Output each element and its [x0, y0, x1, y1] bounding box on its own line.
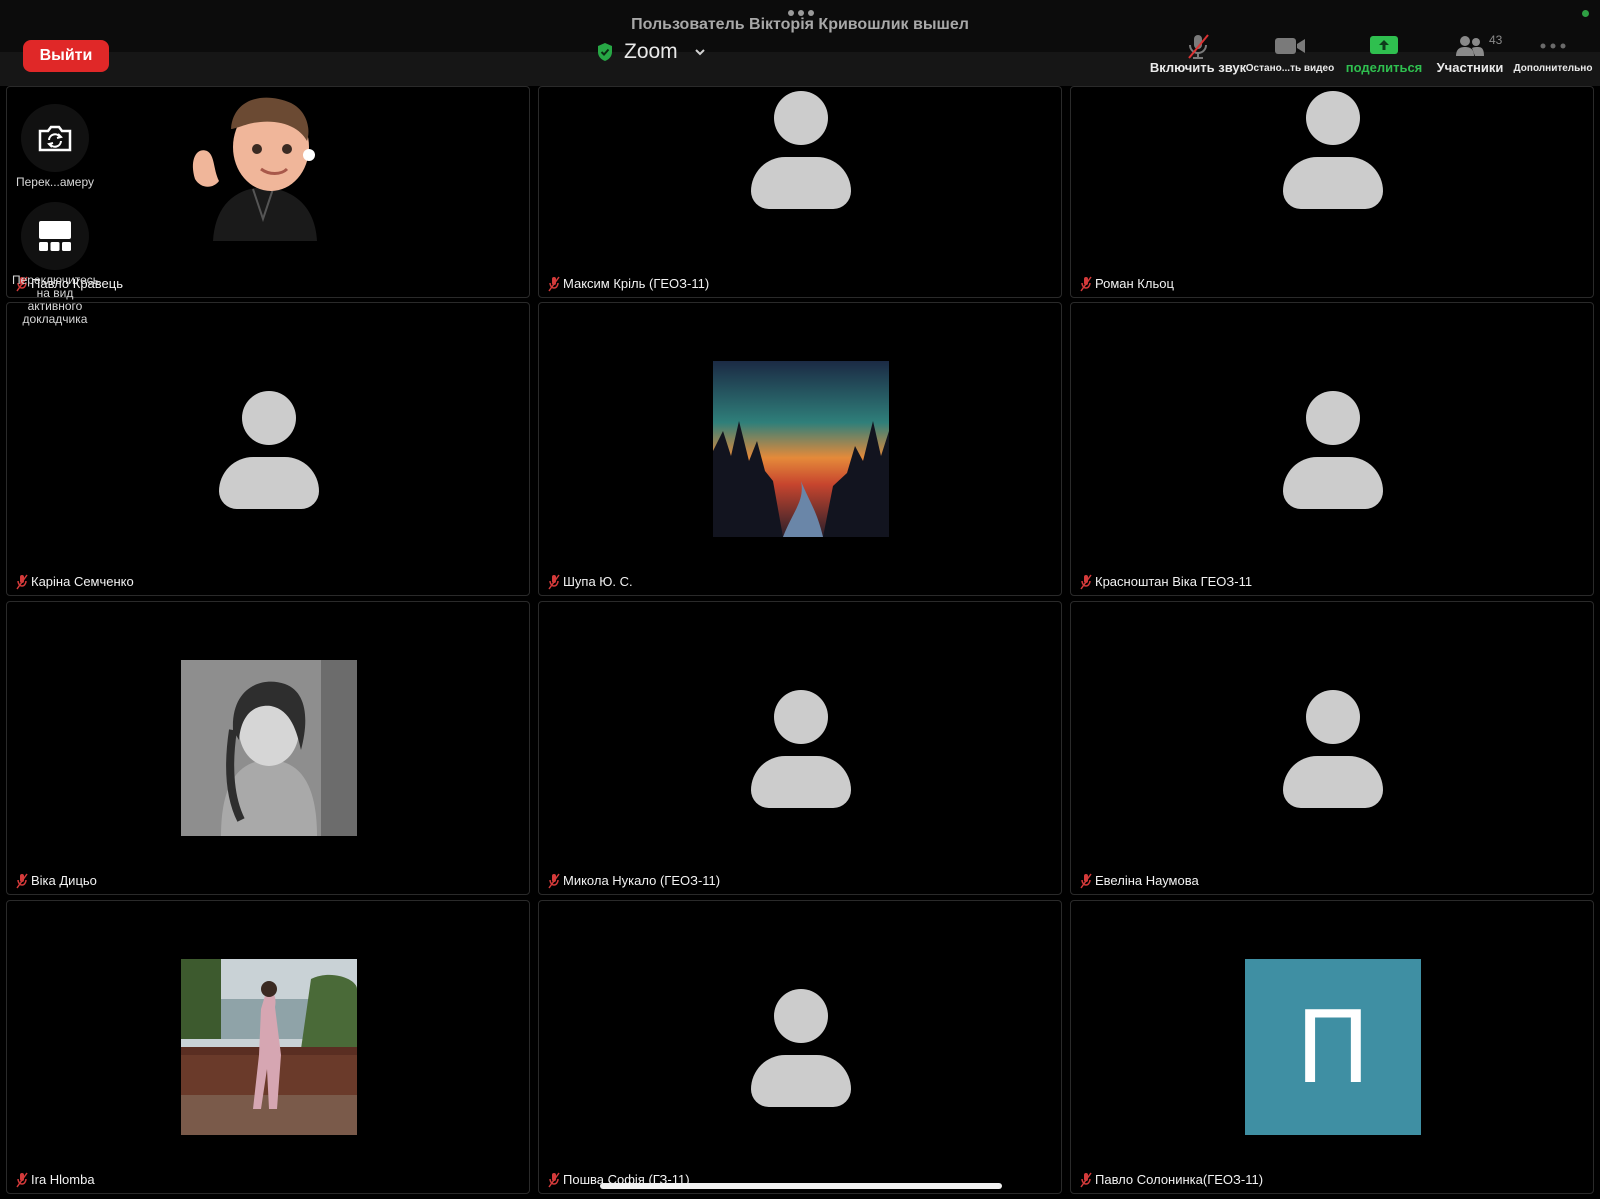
video-tile[interactable]: Пошва Софія (ГЗ-11) — [538, 900, 1062, 1194]
participants-icon — [1456, 36, 1484, 56]
initial-avatar: П — [1245, 959, 1421, 1135]
more-dots-icon — [1540, 43, 1566, 49]
microphone-muted-icon — [1188, 34, 1209, 59]
microphone-muted-icon — [548, 873, 560, 889]
switch-camera-button[interactable]: Перек...амеру — [12, 104, 98, 189]
meeting-info-button[interactable]: Zoom — [596, 38, 706, 66]
video-tile[interactable]: П Павло Солонинка(ГЕОЗ-11) — [1070, 900, 1594, 1194]
microphone-muted-icon — [548, 574, 560, 590]
unmute-button[interactable]: Включить звук — [1148, 32, 1248, 80]
microphone-muted-icon — [16, 873, 28, 889]
share-label: поделиться — [1345, 60, 1423, 75]
more-label: Дополнительно — [1513, 63, 1593, 74]
share-button[interactable]: поделиться — [1346, 32, 1422, 80]
participant-name: Віка Дицьо — [31, 873, 97, 888]
switch-speaker-view-label: Переключитесь на вид активного докладчик… — [12, 273, 100, 326]
microphone-muted-icon — [1080, 873, 1092, 889]
microphone-muted-icon — [16, 574, 28, 590]
microphone-muted-icon — [548, 1172, 560, 1188]
memoji-avatar — [183, 89, 343, 241]
leave-button[interactable]: Выйти — [23, 40, 109, 72]
default-avatar-icon — [1283, 690, 1383, 808]
microphone-muted-icon — [1080, 574, 1092, 590]
share-screen-icon — [1370, 36, 1398, 54]
initial-letter: П — [1295, 988, 1371, 1106]
microphone-muted-icon — [16, 1172, 28, 1188]
default-avatar-icon — [1283, 391, 1383, 509]
stop-video-button[interactable]: Остано...ть видео — [1242, 32, 1338, 80]
video-tile[interactable]: Віка Дицьо — [6, 601, 530, 895]
camera-switch-icon — [38, 125, 72, 152]
default-avatar-icon — [751, 690, 851, 808]
status-dot-icon — [1582, 10, 1589, 17]
video-tile[interactable]: Евеліна Наумова — [1070, 601, 1594, 895]
participant-name: Каріна Семченко — [31, 574, 134, 589]
microphone-muted-icon — [548, 276, 560, 292]
microphone-muted-icon — [1080, 1172, 1092, 1188]
microphone-muted-icon — [1080, 276, 1092, 292]
video-tile[interactable]: Красноштан Віка ГЕОЗ-11 — [1070, 302, 1594, 596]
default-avatar-icon — [1283, 91, 1383, 209]
participant-name: Микола Нукало (ГЕОЗ-11) — [563, 873, 721, 888]
video-tile[interactable]: Микола Нукало (ГЕОЗ-11) — [538, 601, 1062, 895]
speaker-view-icon — [39, 221, 71, 251]
landscape-profile-picture — [713, 361, 889, 537]
video-camera-icon — [1275, 38, 1305, 54]
default-avatar-icon — [751, 989, 851, 1107]
participant-name: Максим Кріль (ГЕОЗ-11) — [563, 276, 710, 291]
switch-speaker-view-button[interactable]: Переключитесь на вид активного докладчик… — [12, 202, 100, 326]
more-button[interactable]: Дополнительно — [1512, 32, 1594, 80]
participant-name: Ira Hlomba — [31, 1172, 95, 1187]
chevron-down-icon — [694, 49, 705, 56]
video-tile[interactable]: Роман Кльоц — [1070, 86, 1594, 298]
default-avatar-icon — [751, 91, 851, 209]
participants-label: Участники — [1436, 60, 1504, 75]
stop-video-label: Остано...ть видео — [1245, 63, 1335, 74]
participant-name: Шупа Ю. С. — [563, 574, 633, 589]
outdoor-profile-picture — [181, 959, 357, 1135]
shield-check-icon — [598, 43, 612, 61]
home-indicator[interactable] — [600, 1183, 1002, 1189]
participant-name: Роман Кльоц — [1095, 276, 1174, 291]
default-avatar-icon — [219, 391, 319, 509]
participant-name: Евеліна Наумова — [1095, 873, 1199, 888]
app-name: Zoom — [624, 40, 678, 63]
video-tile[interactable]: Максим Кріль (ГЕОЗ-11) — [538, 86, 1062, 298]
switch-camera-label: Перек...амеру — [15, 175, 95, 189]
portrait-profile-picture — [181, 660, 357, 836]
video-tile[interactable]: Шупа Ю. С. — [538, 302, 1062, 596]
participant-count: 43 — [1489, 33, 1503, 47]
participant-name: Красноштан Віка ГЕОЗ-11 — [1095, 574, 1253, 589]
unmute-label: Включить звук — [1149, 60, 1247, 75]
participant-name: Павло Солонинка(ГЕОЗ-11) — [1095, 1172, 1264, 1187]
video-tile[interactable]: Каріна Семченко — [6, 302, 530, 596]
video-tile[interactable]: Ira Hlomba — [6, 900, 530, 1194]
